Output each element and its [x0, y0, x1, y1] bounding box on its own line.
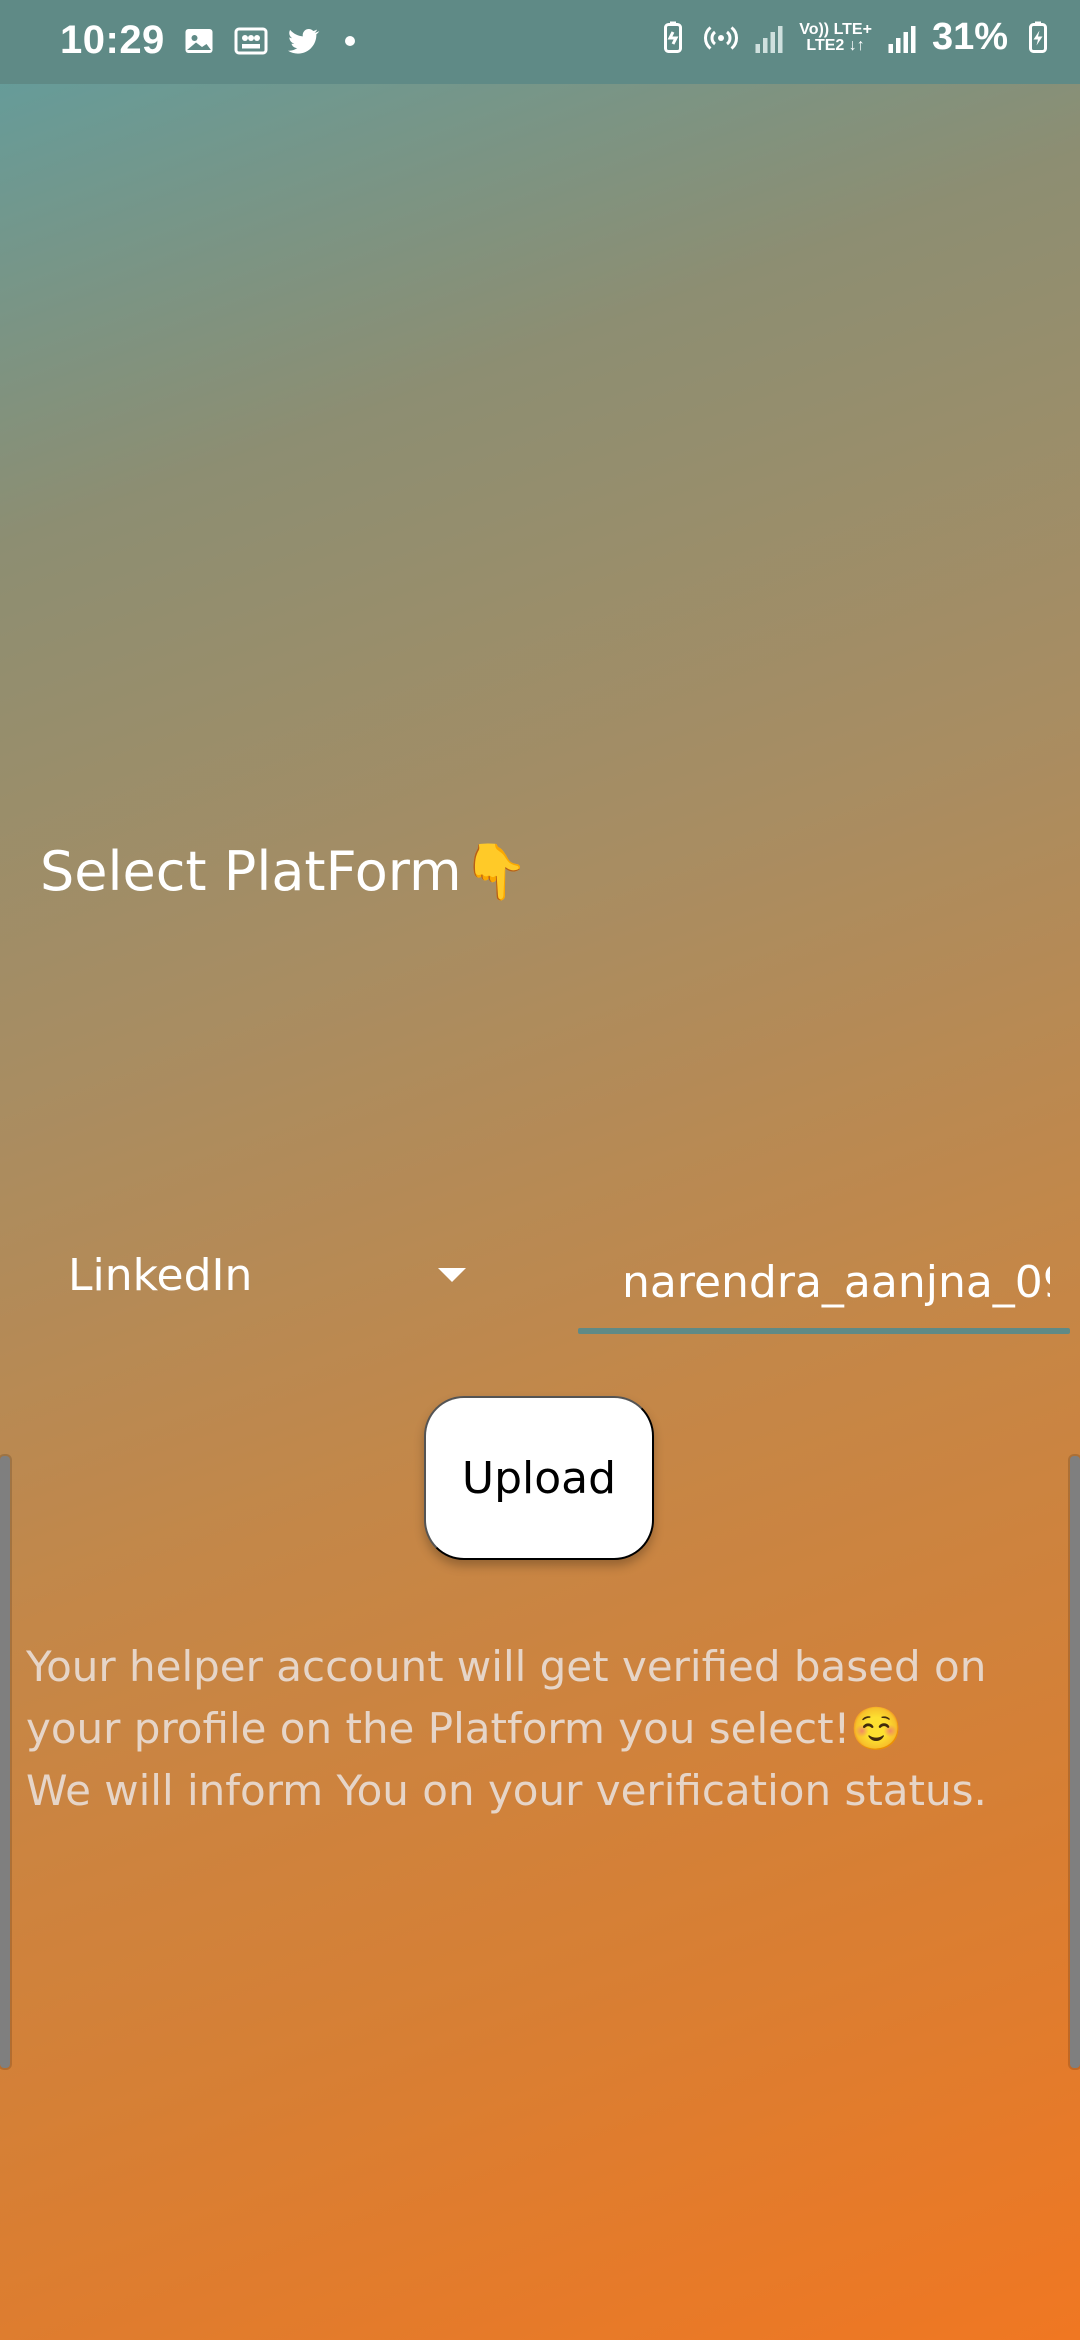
platform-dropdown[interactable]: LinkedIn [40, 1230, 480, 1320]
verification-info-line2: We will inform You on your verification … [26, 1766, 987, 1815]
username-input[interactable] [578, 1230, 1070, 1334]
verification-info: Your helper account will get verified ba… [26, 1636, 1056, 1822]
gallery-icon [234, 27, 268, 54]
field-underline [578, 1328, 1070, 1334]
hotspot-icon [704, 25, 739, 50]
twitter-icon [287, 28, 320, 54]
battery-percent: 31% [931, 16, 1008, 58]
lte-indicator: Vo)) LTE+ LTE2 ↓↑ [799, 20, 872, 54]
battery-saver-icon [664, 21, 683, 53]
status-left: 10:29 [60, 18, 355, 63]
section-title: Select PlatForm👇 [40, 840, 529, 903]
upload-button[interactable]: Upload [424, 1396, 654, 1560]
status-right: Vo)) LTE+ LTE2 ↓↑ 31% [655, 16, 1056, 59]
username-field[interactable] [578, 1230, 1070, 1334]
image-icon [185, 28, 213, 53]
right-edge-handle [1070, 1456, 1080, 2068]
battery-charging-icon [1029, 21, 1047, 53]
signal-icon [755, 25, 783, 53]
status-time: 10:29 [60, 18, 165, 62]
dot-icon [344, 35, 355, 46]
chevron-down-icon [438, 1268, 466, 1282]
lte-label-1: Vo)) LTE+ [799, 20, 872, 38]
status-bar: 10:29 Vo)) LTE+ LTE2 ↓↑ 31% [0, 0, 1080, 84]
verification-info-line1: Your helper account will get verified ba… [26, 1642, 987, 1753]
left-edge-handle [0, 1456, 10, 2068]
platform-selected-value: LinkedIn [68, 1249, 253, 1301]
lte-label-2: LTE2 ↓↑ [806, 36, 865, 54]
signal-icon [888, 25, 916, 53]
